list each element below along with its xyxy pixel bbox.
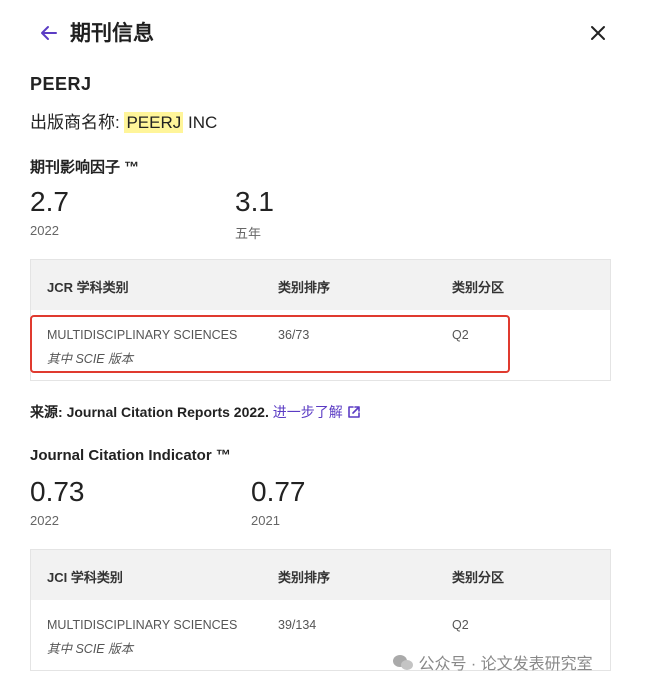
category-name: MULTIDISCIPLINARY SCIENCES xyxy=(47,618,238,632)
column-header-rank: 类别排序 xyxy=(278,280,331,295)
column-header-rank: 类别排序 xyxy=(278,570,331,585)
jci-value-2022: 0.73 xyxy=(30,476,85,507)
wechat-icon xyxy=(393,655,413,670)
jci-value-2021: 0.77 xyxy=(251,476,306,507)
watermark-text: 公众号 · 论文发表研究室 xyxy=(418,656,593,673)
publisher-name-highlight: PEERJ xyxy=(124,112,184,133)
source-text: Journal Citation Reports 2022. xyxy=(66,404,273,420)
page-title: 期刊信息 xyxy=(70,22,154,45)
close-icon[interactable] xyxy=(587,22,609,44)
jci-title: Journal Citation Indicator ™ xyxy=(30,447,231,464)
table-header: JCR 学科类别 类别排序 类别分区 xyxy=(31,260,610,310)
category-rank: 39/134 xyxy=(278,618,317,632)
jci-label-2022: 2022 xyxy=(30,513,59,528)
watermark: 公众号 · 论文发表研究室 xyxy=(392,650,593,674)
external-link-icon[interactable] xyxy=(347,405,361,419)
column-header-category: JCR 学科类别 xyxy=(47,280,129,295)
column-header-quartile: 类别分区 xyxy=(452,280,505,295)
jif-title: 期刊影响因子 ™ xyxy=(30,159,140,176)
publisher-name-rest: INC xyxy=(183,113,218,132)
publisher-line: 出版商名称: PEERJ INC xyxy=(30,108,217,133)
table-header: JCI 学科类别 类别排序 类别分区 xyxy=(31,550,610,600)
jif-label-5yr: 五年 xyxy=(235,226,262,241)
publisher-label: 出版商名称: xyxy=(30,113,125,132)
back-arrow-icon[interactable] xyxy=(38,22,60,44)
column-header-quartile: 类别分区 xyxy=(452,570,505,585)
jci-label-2021: 2021 xyxy=(251,513,280,528)
highlight-annotation-box xyxy=(30,315,510,373)
jif-value-5yr: 3.1 xyxy=(235,186,274,217)
category-quartile: Q2 xyxy=(452,618,469,632)
source-line: 来源: Journal Citation Reports 2022. 进一步了解 xyxy=(30,402,361,422)
journal-name: PEERJ xyxy=(30,74,92,94)
learn-more-link[interactable]: 进一步了解 xyxy=(273,404,343,420)
source-label: 来源: xyxy=(30,404,67,420)
jif-value-2022: 2.7 xyxy=(30,186,69,217)
jif-label-2022: 2022 xyxy=(30,223,59,238)
category-edition: 其中 SCIE 版本 xyxy=(47,642,134,656)
column-header-category: JCI 学科类别 xyxy=(47,570,123,585)
